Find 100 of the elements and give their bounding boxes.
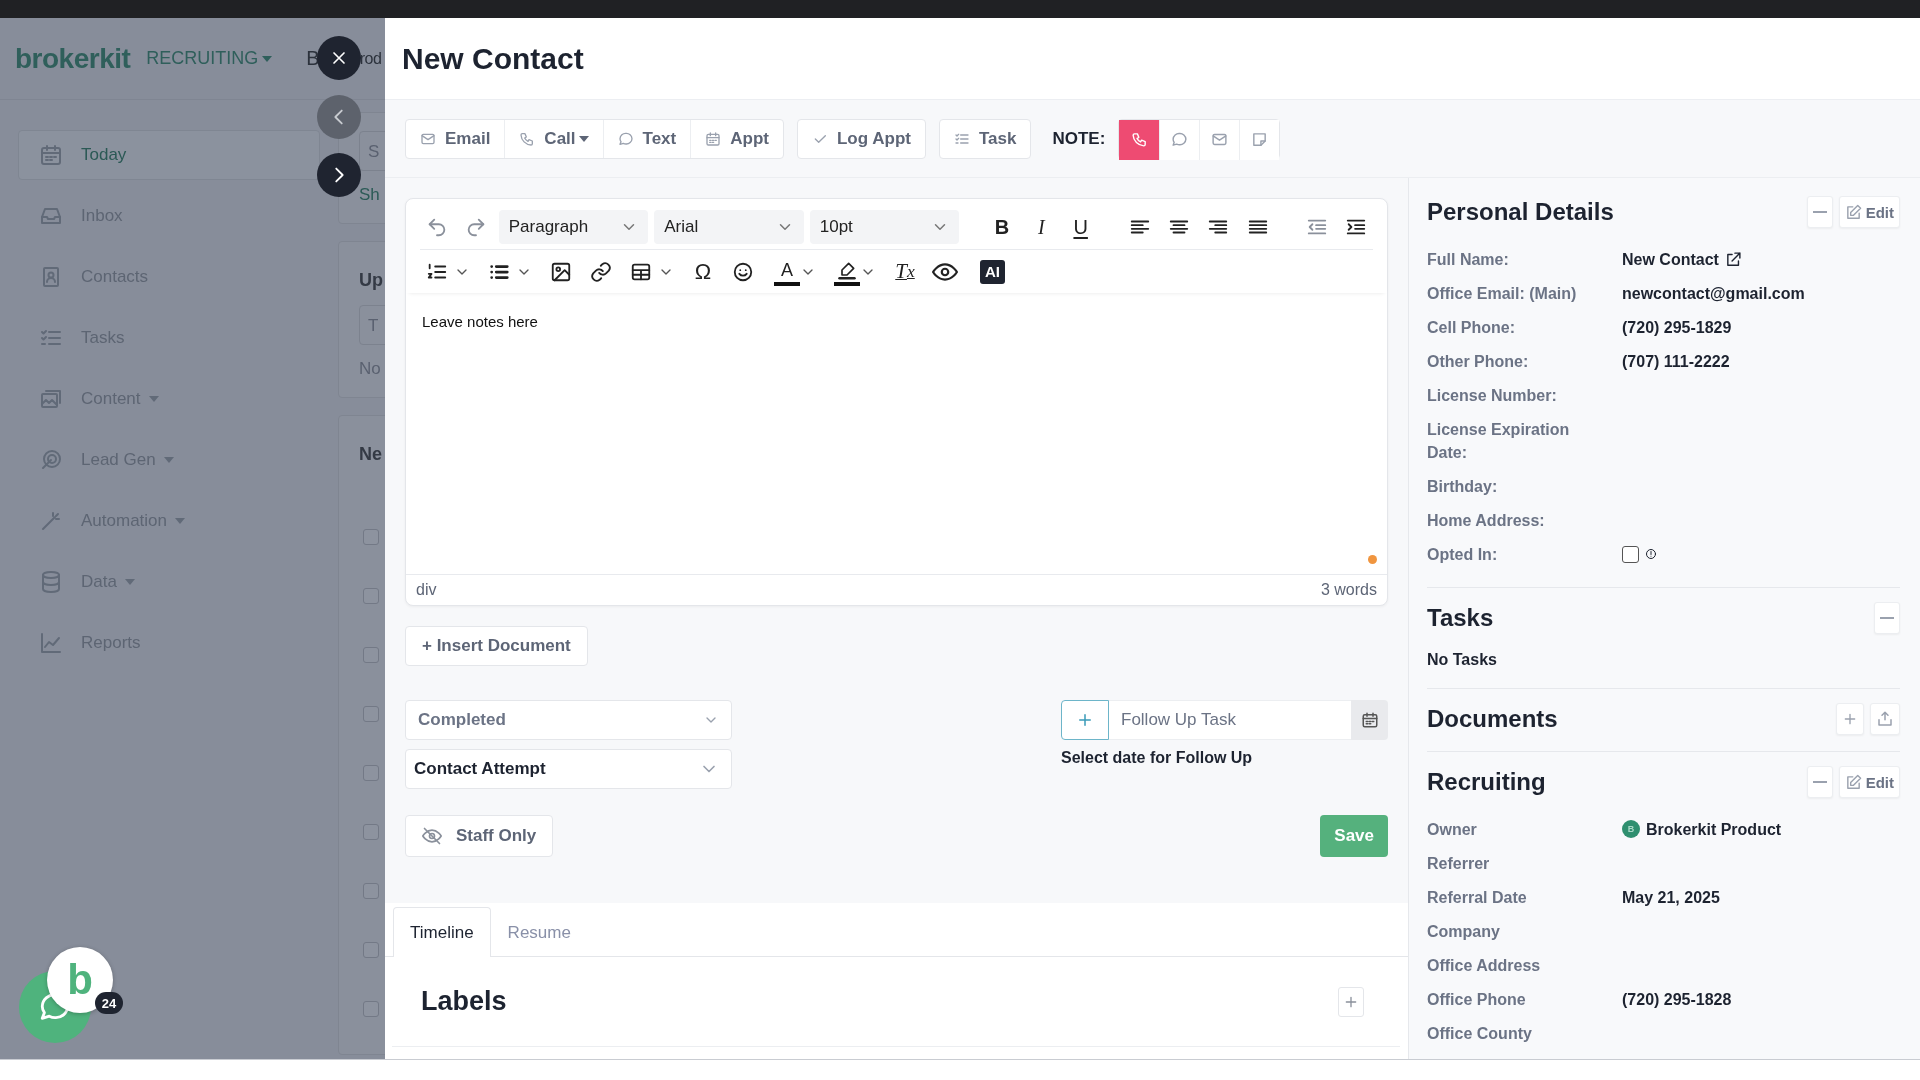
text-note-button[interactable] <box>1159 119 1200 160</box>
link-icon <box>590 260 612 283</box>
envelope-icon <box>1211 131 1229 148</box>
database-icon <box>39 570 63 594</box>
field-value: Brokerkit Product <box>1646 819 1782 840</box>
edit-icon <box>1844 773 1862 791</box>
row-checkbox[interactable] <box>363 883 379 899</box>
card-heading: Ne <box>359 444 383 465</box>
field-label: Owner <box>1427 819 1478 840</box>
phone-icon <box>519 130 536 147</box>
action-button[interactable]: Text <box>602 119 691 158</box>
smiley-icon <box>732 260 754 283</box>
tab[interactable]: Resume <box>490 907 588 957</box>
page-title: B <box>306 47 320 70</box>
target-icon <box>39 448 63 472</box>
follow-up-task-field[interactable]: Follow Up Task <box>1109 700 1351 740</box>
email-note-button[interactable] <box>1199 119 1240 160</box>
caret-icon <box>148 395 159 403</box>
caret-icon <box>163 456 174 464</box>
image-icon <box>550 260 572 283</box>
empty-message: No Tasks <box>1427 650 1498 670</box>
section-title: Labels <box>421 986 507 1017</box>
font-family-select[interactable]: Arial <box>654 210 804 244</box>
page-title: rod <box>359 49 382 68</box>
row-checkbox[interactable] <box>363 588 379 604</box>
add-task-button[interactable] <box>1061 700 1109 740</box>
action-button[interactable]: Email <box>406 119 505 158</box>
field-label: Home Address: <box>1427 510 1546 531</box>
row-checkbox[interactable] <box>363 529 379 545</box>
edit-button[interactable]: Edit <box>1838 196 1900 228</box>
field-value: (707) 111-2222 <box>1622 351 1730 372</box>
field-label: Birthday: <box>1427 476 1499 497</box>
collapse-button[interactable] <box>1806 196 1833 228</box>
row-checkbox[interactable] <box>363 647 379 663</box>
upload-button[interactable] <box>1870 703 1900 735</box>
type-dropdown[interactable]: Contact Attempt <box>405 749 732 789</box>
call-note-button[interactable] <box>1119 119 1160 160</box>
bold-button[interactable]: B <box>985 210 1019 244</box>
line-chart-icon <box>39 631 63 655</box>
calendar-icon <box>705 130 722 147</box>
add-button[interactable] <box>1836 703 1864 735</box>
collapse-button[interactable] <box>1874 602 1900 634</box>
field-value: (720) 295-1828 <box>1622 989 1732 1010</box>
action-button[interactable]: Task <box>939 119 1031 158</box>
action-button[interactable]: Appt <box>690 119 783 158</box>
ai-button[interactable]: AI <box>980 259 1005 284</box>
field-label: Other Phone: <box>1427 351 1530 372</box>
field-label: Opted In: <box>1427 544 1499 565</box>
sticky-note-icon <box>1251 131 1269 148</box>
element-path: div <box>416 581 437 599</box>
action-button[interactable]: Call <box>504 119 603 158</box>
section-title: Personal Details <box>1427 198 1614 226</box>
status-dot <box>1368 555 1377 564</box>
add-label-button[interactable] <box>1338 986 1364 1017</box>
font-size-select[interactable]: 10pt <box>809 210 960 244</box>
upload-icon <box>1876 710 1894 728</box>
field-label: Cell Phone: <box>1427 317 1516 338</box>
card-heading: Up <box>359 270 384 291</box>
minus-icon <box>1812 781 1827 783</box>
field-label: Office Address <box>1427 955 1542 976</box>
text-color-button[interactable]: A <box>774 257 800 286</box>
paragraph-format-select[interactable]: Paragraph <box>498 210 649 244</box>
row-checkbox[interactable] <box>363 706 379 722</box>
underline-button[interactable]: U <box>1064 210 1098 244</box>
plus-icon <box>1076 711 1094 729</box>
insert-document-button[interactable]: + Insert Document <box>405 626 588 666</box>
editor-text: Leave notes here <box>422 313 538 330</box>
field-label: License Number: <box>1427 385 1558 406</box>
info-icon <box>1645 548 1657 560</box>
row-checkbox[interactable] <box>363 765 379 781</box>
action-button[interactable]: Log Appt <box>797 119 925 158</box>
drawer-title: New Contact <box>402 41 584 76</box>
magic-wand-icon <box>39 509 63 533</box>
row-checkbox[interactable] <box>363 824 379 840</box>
external-link-icon[interactable] <box>1724 250 1742 268</box>
field-label: Referral Date <box>1427 887 1528 908</box>
speech-bubble-icon <box>617 130 634 147</box>
italic-button[interactable]: I <box>1024 210 1058 244</box>
staff-only-button[interactable]: Staff Only <box>405 815 554 857</box>
field-label: Office Email: (Main) <box>1427 283 1578 304</box>
minus-icon <box>1812 211 1827 213</box>
general-note-button[interactable] <box>1239 119 1280 160</box>
special-character-button[interactable]: Ω <box>686 254 720 289</box>
section-title: Recruiting <box>1427 768 1546 796</box>
field-label: Full Name: <box>1427 249 1510 270</box>
calendar-icon <box>1360 711 1379 729</box>
row-checkbox[interactable] <box>363 1001 379 1017</box>
field-value[interactable]: New Contact <box>1622 247 1719 271</box>
tab[interactable]: Timeline <box>393 907 491 957</box>
status-dropdown[interactable]: Completed <box>405 700 732 740</box>
caret-icon <box>175 517 185 525</box>
row-checkbox[interactable] <box>363 942 379 958</box>
field-label: Referrer <box>1427 853 1491 874</box>
field-hint: Select date for Follow Up <box>1061 749 1254 767</box>
edit-button[interactable]: Edit <box>1838 766 1900 798</box>
date-picker-button[interactable] <box>1351 700 1388 740</box>
opt-in-checkbox[interactable] <box>1622 545 1639 563</box>
marker-icon <box>837 259 857 280</box>
collapse-button[interactable] <box>1806 766 1833 798</box>
section-title: Documents <box>1427 705 1558 733</box>
